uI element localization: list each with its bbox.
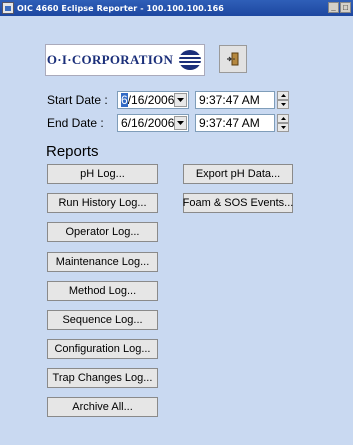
end-time-value: 9:37:47 AM bbox=[199, 116, 260, 130]
end-time-down-button[interactable] bbox=[277, 123, 289, 132]
export-ph-data-button[interactable]: Export pH Data... bbox=[183, 164, 293, 184]
end-time-up-button[interactable] bbox=[277, 114, 289, 123]
start-date-dropdown-button[interactable] bbox=[174, 93, 187, 107]
maintenance-log-button[interactable]: Maintenance Log... bbox=[47, 252, 158, 272]
configuration-log-button[interactable]: Configuration Log... bbox=[47, 339, 158, 359]
method-log-button[interactable]: Method Log... bbox=[47, 281, 158, 301]
window-title: OIC 4660 Eclipse Reporter - 100.100.100.… bbox=[17, 3, 224, 13]
end-time-spinner[interactable] bbox=[277, 114, 289, 132]
ph-log-button[interactable]: pH Log... bbox=[47, 164, 158, 184]
run-history-log-button[interactable]: Run History Log... bbox=[47, 193, 158, 213]
start-time-value: 9:37:47 AM bbox=[199, 93, 260, 107]
arrow-down-icon bbox=[280, 126, 286, 129]
foam-sos-events-button[interactable]: Foam & SOS Events... bbox=[183, 193, 293, 213]
start-date-selected-part: 6 bbox=[121, 93, 128, 107]
start-date-label: Start Date : bbox=[47, 93, 108, 107]
exit-button[interactable] bbox=[219, 45, 247, 73]
arrow-down-icon bbox=[280, 103, 286, 106]
operator-log-button[interactable]: Operator Log... bbox=[47, 222, 158, 242]
start-date-picker[interactable]: 6/16/2006 bbox=[117, 91, 189, 109]
trap-changes-log-button[interactable]: Trap Changes Log... bbox=[47, 368, 158, 388]
title-bar: OIC 4660 Eclipse Reporter - 100.100.100.… bbox=[0, 0, 353, 16]
maximize-button[interactable]: □ bbox=[340, 2, 351, 13]
exit-door-icon bbox=[227, 52, 239, 66]
chevron-down-icon bbox=[177, 121, 185, 125]
chevron-down-icon bbox=[177, 98, 185, 102]
logo-text: O·I·CORPORATION bbox=[46, 52, 174, 67]
archive-all-button[interactable]: Archive All... bbox=[47, 397, 158, 417]
start-date-value: /16/2006 bbox=[127, 93, 175, 107]
start-time-spinner[interactable] bbox=[277, 91, 289, 109]
minimize-button[interactable]: _ bbox=[328, 2, 339, 13]
end-date-value: 6/16/2006 bbox=[121, 116, 175, 130]
start-time-field[interactable]: 9:37:47 AM bbox=[195, 91, 275, 109]
app-icon[interactable] bbox=[2, 2, 14, 14]
end-date-label: End Date : bbox=[47, 116, 104, 130]
end-date-picker[interactable]: 6/16/2006 bbox=[117, 114, 189, 132]
reports-heading: Reports bbox=[46, 143, 99, 160]
globe-logo-icon bbox=[179, 50, 202, 70]
reporter-window: OIC 4660 Eclipse Reporter - 100.100.100.… bbox=[0, 0, 353, 445]
start-time-up-button[interactable] bbox=[277, 91, 289, 100]
end-date-dropdown-button[interactable] bbox=[174, 116, 187, 130]
company-logo: O·I·CORPORATION bbox=[45, 44, 205, 76]
arrow-up-icon bbox=[280, 117, 286, 120]
sequence-log-button[interactable]: Sequence Log... bbox=[47, 310, 158, 330]
end-time-field[interactable]: 9:37:47 AM bbox=[195, 114, 275, 132]
start-time-down-button[interactable] bbox=[277, 100, 289, 109]
arrow-up-icon bbox=[280, 94, 286, 97]
